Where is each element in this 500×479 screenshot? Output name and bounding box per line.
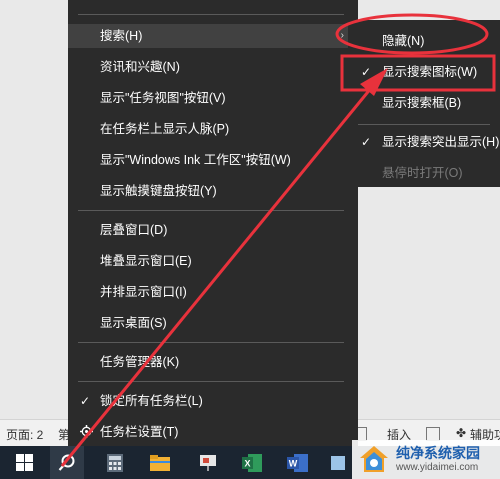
watermark: 纯净系统家园 www.yidaimei.com xyxy=(352,440,500,479)
annotation-ellipse xyxy=(335,13,489,55)
watermark-title: 纯净系统家园 xyxy=(396,445,480,462)
annotation-arrow-line xyxy=(60,81,378,467)
annotation-overlay xyxy=(60,13,496,467)
watermark-logo-icon xyxy=(360,445,388,472)
watermark-url: www.yidaimei.com xyxy=(396,461,479,473)
annotation-arrowhead xyxy=(360,68,388,96)
